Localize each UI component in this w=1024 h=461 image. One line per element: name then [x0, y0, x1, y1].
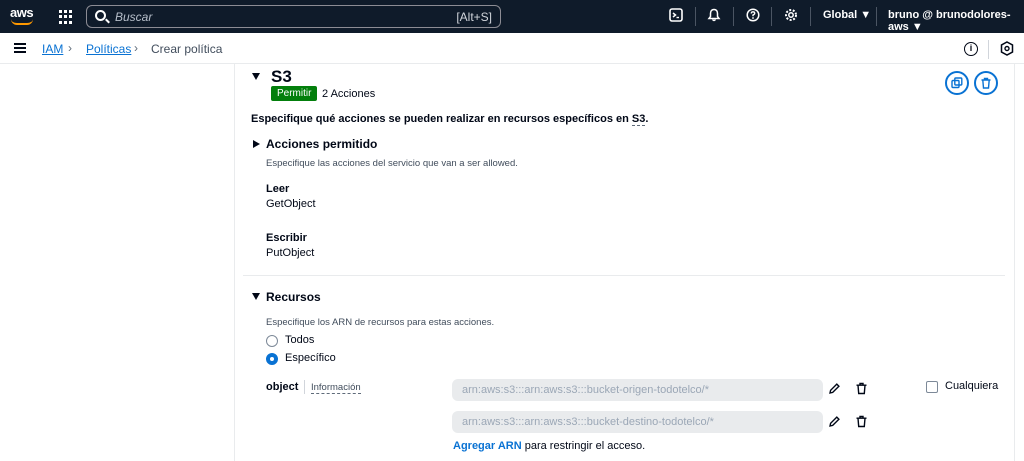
delete-arn-icon[interactable] — [855, 415, 868, 431]
service-name: S3 — [271, 67, 292, 86]
effect-badge: Permitir — [271, 86, 318, 101]
info-link[interactable]: Información — [311, 382, 361, 394]
any-checkbox[interactable] — [926, 381, 938, 393]
chevron-right-icon: › — [134, 41, 138, 55]
divider — [695, 7, 696, 26]
add-arn-suffix: para restringir el acceso. — [521, 440, 646, 452]
arn-value: arn:aws:s3:::arn:aws:s3:::bucket-destino… — [462, 416, 714, 428]
services-grid-icon[interactable] — [59, 10, 73, 24]
info-icon[interactable]: i — [964, 42, 978, 56]
action-group-value: GetObject — [266, 198, 316, 210]
action-group-label: Escribir — [266, 232, 307, 244]
divider — [771, 7, 772, 26]
account-menu[interactable]: bruno @ brunodolores-aws ▼ — [888, 9, 1024, 33]
hexagon-settings-icon[interactable] — [1000, 41, 1014, 61]
duplicate-button[interactable] — [945, 71, 969, 95]
breadcrumb-bar: IAM › Políticas › Crear política i — [0, 33, 1024, 64]
region-selector[interactable]: Global ▼ — [823, 9, 871, 21]
breadcrumb-current: Crear política — [151, 42, 223, 56]
action-group-label: Leer — [266, 183, 290, 195]
resource-type-label: object — [266, 381, 299, 393]
help-icon[interactable] — [745, 8, 761, 24]
collapse-resources-icon[interactable] — [252, 293, 260, 300]
breadcrumb-policies[interactable]: Políticas — [86, 42, 131, 56]
allowed-actions-title[interactable]: Acciones permitido — [266, 137, 377, 151]
aws-logo-text: aws — [10, 5, 34, 20]
arn-value: arn:aws:s3:::arn:aws:s3:::bucket-origen-… — [462, 384, 710, 396]
breadcrumb-iam[interactable]: IAM — [42, 42, 63, 56]
divider — [304, 380, 305, 394]
top-navigation-bar: aws Buscar [Alt+S] Global ▼ bruno @ brun… — [0, 0, 1024, 33]
service-intro-text: Especifique qué acciones se pueden reali… — [251, 113, 632, 125]
expand-actions-icon[interactable] — [253, 140, 260, 148]
add-arn-link[interactable]: Agregar ARN — [453, 440, 522, 452]
divider — [733, 7, 734, 26]
search-shortcut: [Alt+S] — [456, 10, 492, 24]
aws-logo[interactable]: aws — [10, 4, 36, 28]
aws-smile-icon — [11, 19, 33, 25]
radio-all-label: Todos — [285, 334, 315, 346]
add-arn-row: Agregar ARN para restringir el acceso. — [453, 440, 645, 452]
allowed-actions-description: Especifique las acciones del servicio qu… — [266, 158, 518, 169]
any-checkbox-label: Cualquiera — [945, 380, 999, 392]
divider — [876, 7, 877, 26]
action-group-value: PutObject — [266, 247, 315, 259]
bell-icon[interactable] — [706, 8, 722, 24]
search-icon — [95, 10, 106, 21]
gear-icon[interactable] — [783, 8, 799, 24]
service-permission-panel: S3 Permitir 2 Acciones Especifique qué a… — [234, 64, 1015, 461]
edit-arn-icon[interactable] — [828, 415, 841, 431]
service-intro: Especifique qué acciones se pueden reali… — [251, 113, 649, 126]
radio-all[interactable] — [266, 335, 278, 347]
resources-description: Especifique los ARN de recursos para est… — [266, 317, 495, 328]
collapse-service-icon[interactable] — [252, 73, 260, 80]
resources-title[interactable]: Recursos — [266, 290, 321, 304]
search-placeholder: Buscar — [115, 10, 153, 24]
section-divider — [243, 275, 1005, 276]
delete-arn-icon[interactable] — [855, 382, 868, 398]
edit-arn-icon[interactable] — [828, 382, 841, 398]
delete-service-button[interactable] — [974, 71, 998, 95]
arn-input[interactable]: arn:aws:s3:::arn:aws:s3:::bucket-origen-… — [452, 379, 823, 401]
service-intro-link[interactable]: S3 — [631, 113, 646, 126]
arn-input[interactable]: arn:aws:s3:::arn:aws:s3:::bucket-destino… — [452, 411, 823, 433]
service-intro-suffix: . — [645, 113, 649, 125]
search-input[interactable]: Buscar [Alt+S] — [86, 5, 501, 28]
menu-icon[interactable] — [14, 43, 26, 53]
actions-count: 2 Acciones — [322, 88, 376, 100]
divider — [810, 7, 811, 26]
chevron-right-icon: › — [68, 41, 72, 55]
divider — [988, 40, 989, 59]
radio-specific-label: Específico — [285, 352, 336, 364]
radio-specific[interactable] — [266, 353, 278, 365]
cloudshell-icon[interactable] — [668, 8, 684, 24]
